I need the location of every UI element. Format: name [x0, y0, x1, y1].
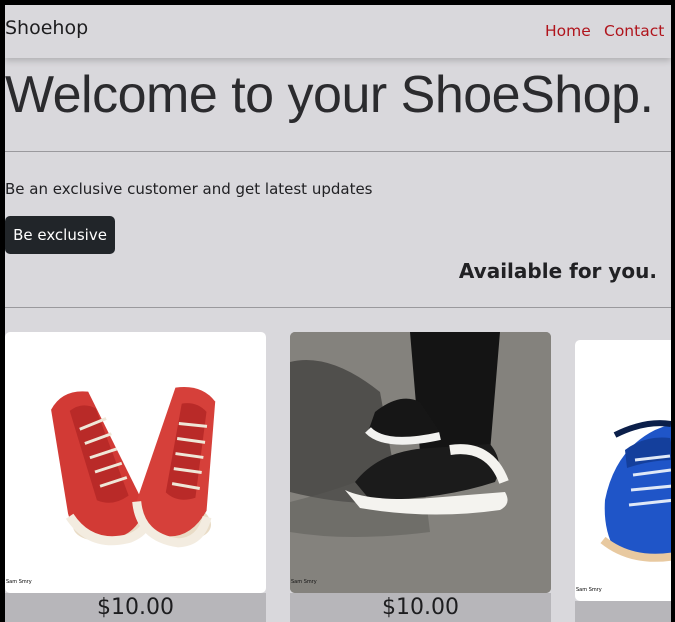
- page: Shoehop Home Contact Welcome to your Sho…: [5, 5, 671, 622]
- hero-lead: Be an exclusive customer and get latest …: [5, 180, 373, 198]
- price-box: $10.00: [5, 593, 266, 622]
- product-image-red-sneakers[interactable]: Sam Smry: [5, 332, 266, 593]
- red-sneakers-image: [51, 387, 216, 548]
- section-title: Available for you.: [458, 259, 657, 283]
- image-caption: Sam Smry: [6, 579, 32, 585]
- brand-logo[interactable]: Shoehop: [5, 17, 88, 39]
- product-price: $10.00: [97, 595, 174, 620]
- product-image-black-white-sneakers[interactable]: Sam Smry: [290, 332, 551, 593]
- blue-running-shoe-image: [600, 420, 671, 562]
- product-price: $10.00: [382, 595, 459, 620]
- price-box: [575, 601, 671, 622]
- image-caption: Sam Smry: [576, 587, 602, 593]
- image-caption: Sam Smry: [291, 579, 317, 585]
- nav-link-contact[interactable]: Contact: [604, 22, 664, 40]
- divider: [5, 151, 671, 152]
- black-white-sneakers-image: [290, 332, 551, 593]
- hero-title: Welcome to your ShoeShop.: [5, 66, 654, 124]
- price-box: $10.00: [290, 593, 551, 622]
- nav-link-home[interactable]: Home: [545, 22, 591, 40]
- be-exclusive-button[interactable]: Be exclusive: [5, 216, 115, 254]
- product-image-blue-running-shoe[interactable]: Sam Smry: [575, 340, 671, 601]
- divider: [5, 307, 671, 308]
- navbar: Shoehop Home Contact: [5, 5, 671, 58]
